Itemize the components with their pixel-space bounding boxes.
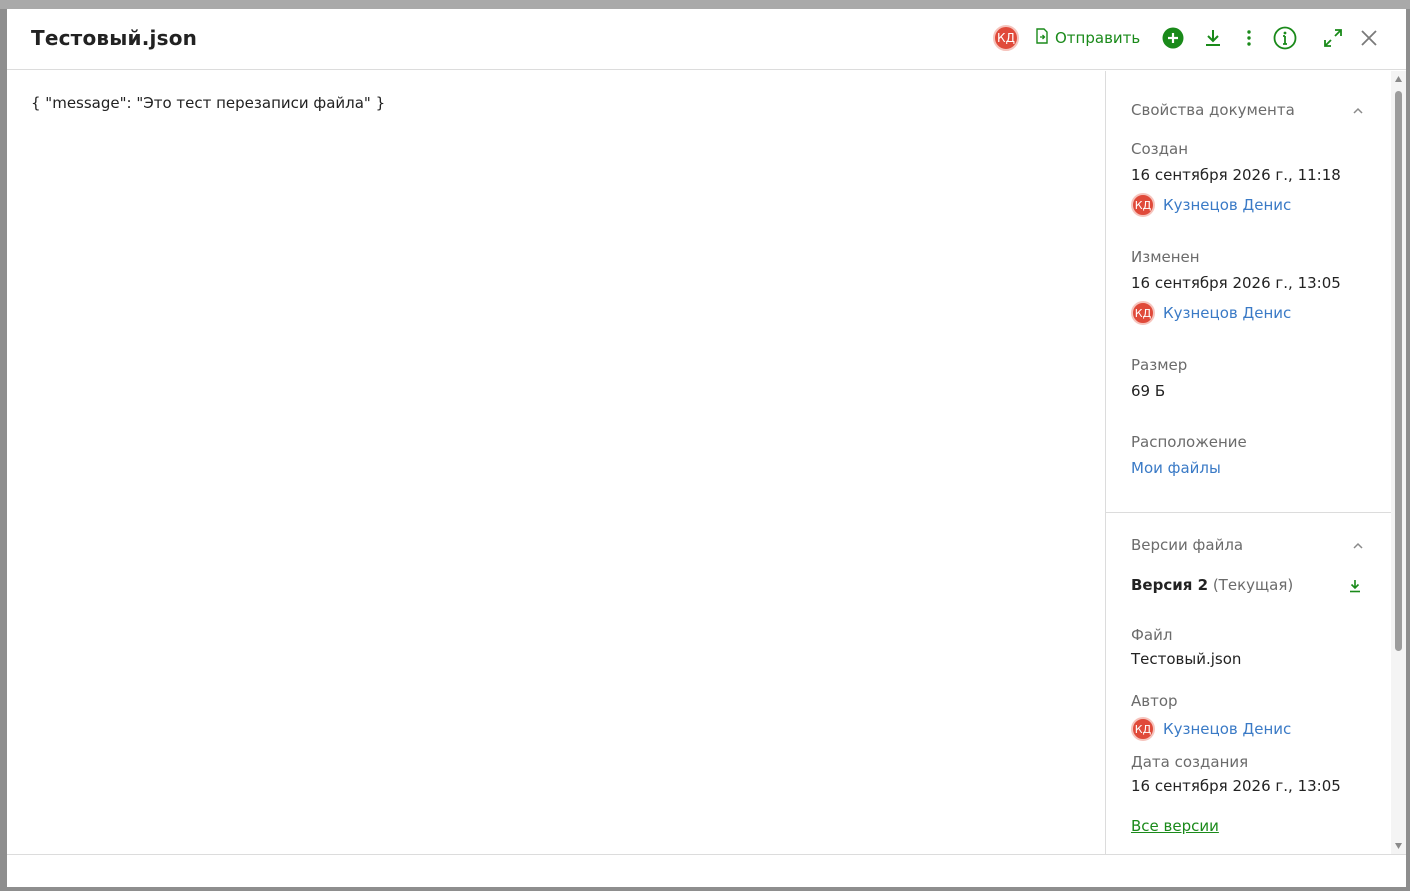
modified-by-user[interactable]: КД Кузнецов Денис: [1131, 301, 1291, 325]
avatar: КД: [1131, 193, 1155, 217]
versions-heading: Версии файла: [1131, 536, 1244, 554]
modified-by-name: Кузнецов Денис: [1163, 304, 1292, 322]
scroll-down-arrow-icon[interactable]: [1394, 842, 1403, 850]
info-icon[interactable]: [1272, 25, 1298, 51]
more-icon[interactable]: [1236, 25, 1262, 51]
close-icon[interactable]: [1356, 25, 1382, 51]
details-sidebar: Свойства документа Создан 16 сентября 20…: [1105, 71, 1406, 854]
modified-date: 16 сентября 2026 г., 13:05: [1131, 274, 1341, 292]
sidebar-scrollbar[interactable]: [1391, 71, 1406, 854]
author-label: Автор: [1131, 692, 1178, 710]
file-label: Файл: [1131, 626, 1173, 644]
scroll-up-arrow-icon[interactable]: [1394, 75, 1403, 83]
location-label: Расположение: [1131, 433, 1247, 451]
date-value: 16 сентября 2026 г., 13:05: [1131, 777, 1341, 795]
download-icon[interactable]: [1200, 25, 1226, 51]
date-label: Дата создания: [1131, 753, 1249, 771]
modal-header: Тестовый.json КД Отправить: [7, 9, 1406, 70]
size-label: Размер: [1131, 356, 1188, 374]
file-value: Тестовый.json: [1131, 650, 1242, 668]
document-viewer-modal: Тестовый.json КД Отправить {"message": …: [7, 9, 1406, 887]
author-name: Кузнецов Денис: [1163, 720, 1292, 738]
version-row: Версия 2 (Текущая): [1131, 576, 1293, 594]
backdrop: [0, 0, 1410, 9]
send-button-label: Отправить: [1055, 29, 1141, 47]
chevron-up-icon[interactable]: [1351, 104, 1365, 118]
avatar[interactable]: КД: [993, 25, 1019, 51]
add-icon[interactable]: [1160, 25, 1186, 51]
avatar: КД: [1131, 301, 1155, 325]
avatar: КД: [1131, 717, 1155, 741]
created-label: Создан: [1131, 140, 1188, 158]
send-button[interactable]: Отправить: [1035, 26, 1140, 50]
properties-heading: Свойства документа: [1131, 101, 1295, 119]
size-value: 69 Б: [1131, 382, 1166, 400]
modal-footer: [7, 854, 1406, 887]
chevron-up-icon[interactable]: [1351, 539, 1365, 553]
created-by-user[interactable]: КД Кузнецов Денис: [1131, 193, 1291, 217]
section-divider: [1106, 512, 1393, 513]
scroll-thumb[interactable]: [1395, 91, 1402, 651]
created-by-name: Кузнецов Денис: [1163, 196, 1292, 214]
modified-label: Изменен: [1131, 248, 1200, 266]
page-title: Тестовый.json: [31, 26, 198, 50]
send-file-icon: [1035, 28, 1049, 48]
document-content: { "message": "Это тест перезаписи файла"…: [7, 71, 1105, 854]
all-versions-link[interactable]: Все версии: [1131, 817, 1219, 835]
version-label: Версия 2: [1131, 576, 1209, 594]
download-icon[interactable]: [1348, 579, 1362, 593]
created-date: 16 сентября 2026 г., 11:18: [1131, 166, 1341, 184]
author-user[interactable]: КД Кузнецов Денис: [1131, 717, 1291, 741]
version-current: (Текущая): [1212, 576, 1294, 594]
document-text: { "message": "Это тест перезаписи файла"…: [31, 94, 386, 112]
expand-icon[interactable]: [1320, 25, 1346, 51]
location-link[interactable]: Мои файлы: [1131, 459, 1221, 477]
